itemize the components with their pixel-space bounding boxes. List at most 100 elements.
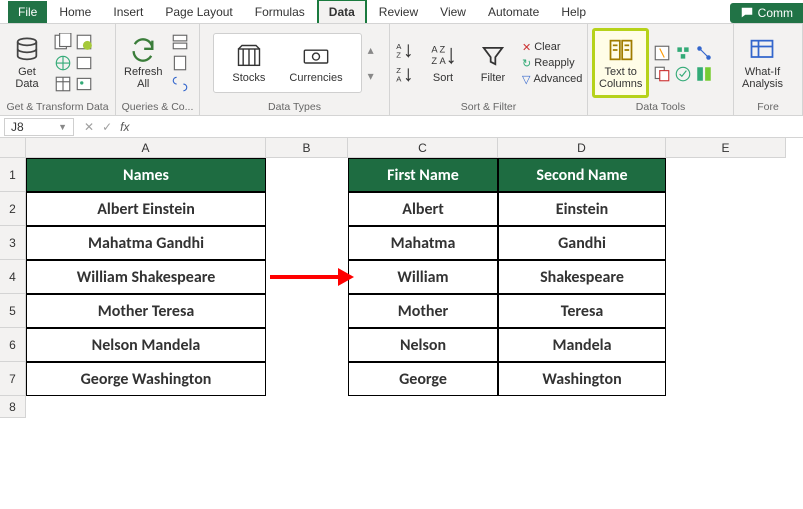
cell[interactable]: Einstein: [498, 192, 666, 226]
enter-formula-icon[interactable]: ✓: [102, 120, 112, 134]
svg-text:Z: Z: [440, 44, 446, 54]
what-if-analysis-button[interactable]: What-If Analysis: [738, 28, 787, 98]
currencies-icon: [302, 42, 330, 70]
cell[interactable]: George Washington: [26, 362, 266, 396]
scroll-down-icon[interactable]: ▾: [368, 69, 374, 83]
cell[interactable]: Gandhi: [498, 226, 666, 260]
cell[interactable]: William Shakespeare: [26, 260, 266, 294]
text-to-columns-icon: [607, 36, 635, 64]
row-header[interactable]: 3: [0, 226, 26, 260]
row-header[interactable]: 1: [0, 158, 26, 192]
advanced-icon: ▽: [522, 73, 530, 86]
stocks-button[interactable]: Stocks: [228, 40, 269, 86]
from-web-icon[interactable]: [54, 54, 72, 72]
row-header[interactable]: 5: [0, 294, 26, 328]
currencies-button[interactable]: Currencies: [285, 40, 346, 86]
tab-formulas[interactable]: Formulas: [245, 1, 315, 23]
text-to-columns-button[interactable]: Text to Columns: [592, 28, 649, 98]
svg-text:Z: Z: [431, 56, 437, 66]
data-validation-icon[interactable]: [674, 65, 692, 83]
cell[interactable]: Washington: [498, 362, 666, 396]
existing-connections-icon[interactable]: [75, 54, 93, 72]
row-header[interactable]: 6: [0, 328, 26, 362]
tab-help[interactable]: Help: [551, 1, 596, 23]
row-header[interactable]: 7: [0, 362, 26, 396]
cell[interactable]: Teresa: [498, 294, 666, 328]
tab-automate[interactable]: Automate: [478, 1, 549, 23]
clear-filter-button[interactable]: ✕Clear: [520, 40, 584, 55]
recent-sources-icon[interactable]: [75, 33, 93, 51]
name-box[interactable]: J8 ▼: [4, 118, 74, 136]
formula-bar: J8 ▼ ✕ ✓ fx: [0, 116, 803, 138]
cancel-formula-icon[interactable]: ✕: [84, 120, 94, 134]
cell[interactable]: Albert: [348, 192, 498, 226]
select-all-corner[interactable]: [0, 138, 26, 158]
get-data-small-buttons: [54, 33, 93, 93]
cell[interactable]: Mother: [348, 294, 498, 328]
svg-text:Z: Z: [396, 51, 401, 60]
edit-links-icon[interactable]: [171, 75, 189, 93]
scroll-up-icon[interactable]: ▴: [368, 43, 374, 57]
row-header[interactable]: 2: [0, 192, 26, 226]
flash-fill-icon[interactable]: [653, 44, 671, 62]
remove-duplicates-icon[interactable]: [653, 65, 671, 83]
cell[interactable]: Albert Einstein: [26, 192, 266, 226]
column-header[interactable]: D: [498, 138, 666, 158]
clear-icon: ✕: [522, 41, 531, 54]
tab-home[interactable]: Home: [49, 1, 101, 23]
sort-button[interactable]: AZZA Sort: [420, 28, 466, 98]
cell[interactable]: Nelson Mandela: [26, 328, 266, 362]
sort-az-icon[interactable]: AZ: [394, 40, 416, 62]
reapply-icon: ↻: [522, 57, 531, 70]
column-header[interactable]: B: [266, 138, 348, 158]
ribbon: Get Data Get & Transform Data Refresh Al…: [0, 24, 803, 116]
tab-view[interactable]: View: [430, 1, 476, 23]
tab-page-layout[interactable]: Page Layout: [155, 1, 242, 23]
from-text-csv-icon[interactable]: [54, 33, 72, 51]
cell[interactable]: Mahatma: [348, 226, 498, 260]
fx-icon[interactable]: fx: [120, 120, 129, 134]
group-label-sortfilter: Sort & Filter: [394, 100, 583, 115]
cell[interactable]: Mahatma Gandhi: [26, 226, 266, 260]
data-tools-small-buttons: [653, 44, 713, 83]
svg-text:A: A: [396, 42, 402, 51]
group-label-datatypes: Data Types: [204, 100, 385, 115]
from-table-range-icon[interactable]: [54, 75, 72, 93]
cell[interactable]: William: [348, 260, 498, 294]
cell[interactable]: Nelson: [348, 328, 498, 362]
cell[interactable]: Second Name: [498, 158, 666, 192]
tab-insert[interactable]: Insert: [103, 1, 153, 23]
cell[interactable]: First Name: [348, 158, 498, 192]
column-header[interactable]: E: [666, 138, 786, 158]
group-label-datatools: Data Tools: [592, 100, 729, 115]
tab-review[interactable]: Review: [369, 1, 428, 23]
reapply-button[interactable]: ↻Reapply: [520, 56, 584, 71]
properties-icon[interactable]: [171, 54, 189, 72]
from-picture-icon[interactable]: [75, 75, 93, 93]
comments-button[interactable]: Comm: [730, 3, 803, 23]
cell[interactable]: George: [348, 362, 498, 396]
consolidate-icon[interactable]: [674, 44, 692, 62]
svg-text:Z: Z: [396, 66, 401, 75]
queries-connections-icon[interactable]: [171, 33, 189, 51]
cell[interactable]: Shakespeare: [498, 260, 666, 294]
cell[interactable]: Mother Teresa: [26, 294, 266, 328]
svg-text:A: A: [431, 44, 438, 54]
cell[interactable]: Names: [26, 158, 266, 192]
group-label-get-transform: Get & Transform Data: [4, 100, 111, 115]
cell[interactable]: Mandela: [498, 328, 666, 362]
formula-input[interactable]: [135, 116, 803, 137]
advanced-filter-button[interactable]: ▽Advanced: [520, 72, 584, 87]
column-header[interactable]: C: [348, 138, 498, 158]
relationships-icon[interactable]: [695, 44, 713, 62]
get-data-button[interactable]: Get Data: [4, 28, 50, 98]
sort-za-icon[interactable]: ZA: [394, 64, 416, 86]
row-header[interactable]: 8: [0, 396, 26, 418]
manage-data-model-icon[interactable]: [695, 65, 713, 83]
refresh-all-button[interactable]: Refresh All: [120, 28, 167, 98]
filter-button[interactable]: Filter: [470, 28, 516, 98]
tab-file[interactable]: File: [8, 1, 47, 23]
row-header[interactable]: 4: [0, 260, 26, 294]
column-header[interactable]: A: [26, 138, 266, 158]
tab-data[interactable]: Data: [317, 0, 367, 23]
